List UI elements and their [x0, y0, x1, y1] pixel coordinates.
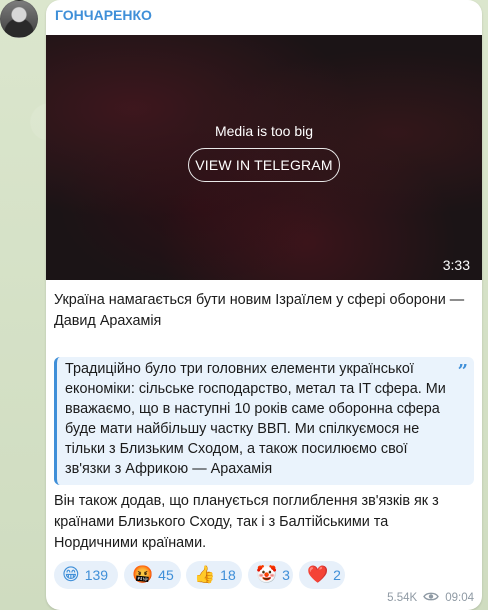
reaction-angry[interactable]: 🤬 45: [124, 561, 181, 589]
quote-icon: ”: [457, 361, 468, 382]
reaction-emoji: ❤️: [307, 565, 329, 585]
video-duration: 3:33: [442, 257, 470, 273]
media-too-big-label: Media is too big: [214, 123, 314, 139]
author-name[interactable]: ГОНЧАРЕНКО: [55, 7, 152, 23]
reaction-emoji: 👍: [194, 565, 216, 585]
reaction-count: 139: [84, 567, 109, 583]
view-count: 5.54K: [387, 592, 418, 604]
quote-text: Традиційно було три головних елементи ук…: [65, 361, 446, 477]
reaction-thumbs-up[interactable]: 👍 18: [186, 561, 242, 589]
reaction-count: 2: [333, 567, 341, 583]
reaction-count: 45: [158, 567, 174, 583]
post-body: Він також додав, що планується поглиблен…: [54, 493, 439, 551]
reaction-emoji: 🤬: [132, 565, 154, 585]
reaction-count: 18: [220, 567, 236, 583]
reaction-count: 3: [282, 567, 290, 583]
reaction-heart[interactable]: ❤️ 2: [299, 561, 345, 589]
avatar[interactable]: [0, 0, 38, 38]
message-bubble: ГОНЧАРЕНКО Media is too big VIEW IN TELE…: [46, 0, 482, 610]
view-in-telegram-button[interactable]: VIEW IN TELEGRAM: [188, 148, 340, 182]
reaction-emoji: 😁: [62, 565, 80, 585]
reaction-clown[interactable]: 🤡 3: [248, 561, 293, 589]
message-time: 09:04: [445, 592, 474, 604]
message-meta: 5.54K 09:04: [387, 590, 474, 606]
quote-block: Традиційно було три головних елементи ук…: [54, 357, 474, 485]
reaction-grin[interactable]: 😁 139: [54, 561, 118, 589]
post-headline: Україна намагається бути новим Ізраїлем …: [54, 292, 465, 329]
eye-icon: [423, 591, 440, 605]
reaction-emoji: 🤡: [256, 565, 278, 585]
video-preview[interactable]: Media is too big VIEW IN TELEGRAM 3:33: [46, 35, 482, 280]
